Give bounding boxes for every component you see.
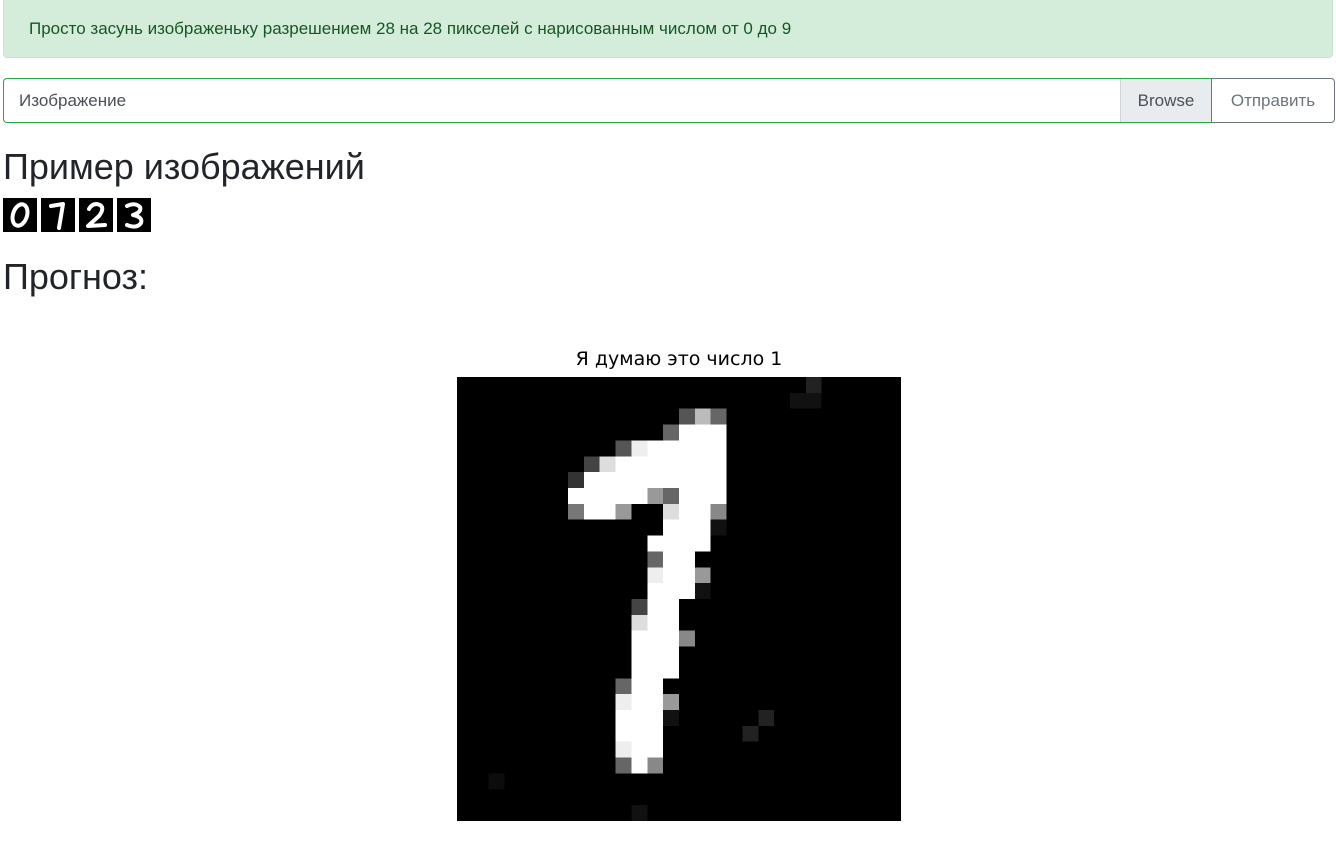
example-digit-2-image (79, 198, 113, 232)
submit-button[interactable]: Отправить (1211, 78, 1335, 123)
prediction-plot: Я думаю это число 1 (0, 340, 1336, 840)
example-digit-1-image (41, 198, 75, 232)
file-input-label: Изображение (19, 90, 127, 110)
browse-button[interactable]: Browse (1120, 79, 1211, 122)
input-digit-image (457, 377, 901, 821)
alert-text: Просто засунь изображеньку разрешением 2… (29, 19, 792, 38)
info-alert: Просто засунь изображеньку разрешением 2… (3, 0, 1333, 58)
plot-title: Я думаю это число 1 (575, 348, 783, 370)
example-images (3, 198, 151, 232)
forecast-heading: Прогноз: (3, 256, 149, 297)
page: Просто засунь изображеньку разрешением 2… (0, 0, 1336, 842)
file-input[interactable]: Изображение Browse (3, 78, 1211, 123)
examples-heading: Пример изображений (3, 146, 365, 187)
example-digit-0-image (3, 198, 37, 232)
example-digit-3-image (117, 198, 151, 232)
upload-form: Изображение Browse Отправить (3, 78, 1335, 123)
